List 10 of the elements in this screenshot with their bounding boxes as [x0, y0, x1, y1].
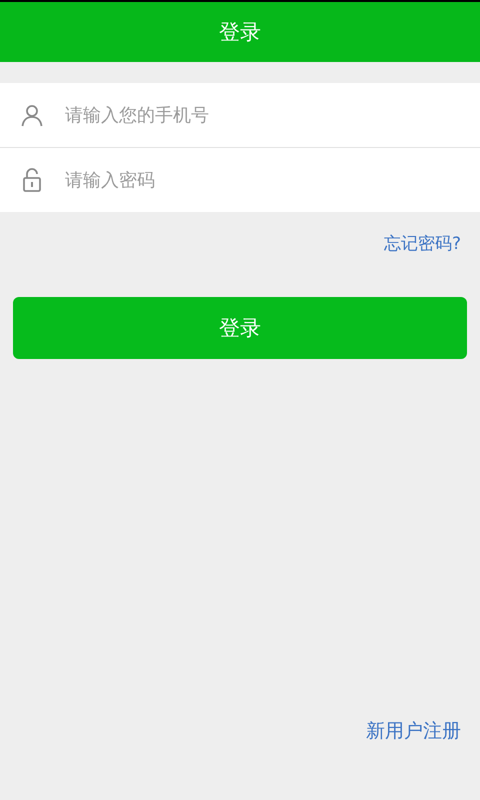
input-field[interactable]: 请输入密码: [0, 147, 480, 212]
register-link[interactable]: 新用户注册: [366, 718, 461, 744]
text-input[interactable]: 请输入您的手机号: [63, 94, 480, 136]
page-title: 登录: [219, 19, 261, 46]
input-field[interactable]: 请输入您的手机号: [0, 83, 480, 147]
lock-icon: [20, 168, 44, 192]
login-button[interactable]: 登录: [13, 297, 467, 359]
user-icon: [20, 103, 44, 127]
text-input[interactable]: 请输入密码: [63, 159, 480, 201]
forgot-password-link[interactable]: 忘记密码?: [384, 232, 461, 255]
